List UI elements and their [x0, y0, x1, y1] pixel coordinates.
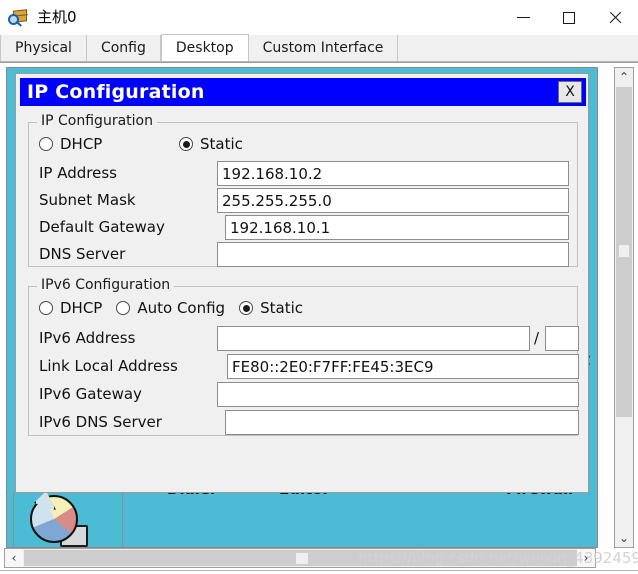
- ip-configuration-title: IP Configuration: [27, 81, 205, 103]
- ipv4-configuration-group: IP Configuration DHCP Static IP Address: [28, 113, 578, 267]
- horizontal-scrollbar[interactable]: ‹ ›: [4, 548, 596, 568]
- maximize-button[interactable]: [546, 0, 592, 35]
- desktop-pane: Dialer Editor Firewall t IP Configuratio…: [6, 67, 598, 548]
- label-dns-server: DNS Server: [39, 245, 126, 263]
- label-subnet-mask: Subnet Mask: [39, 191, 136, 209]
- ipv6-radio-auto-config-label: Auto Config: [137, 299, 226, 317]
- scroll-up-button[interactable]: ⌃: [615, 68, 633, 86]
- ipv6-mode-radio-group: DHCP Auto Config Static: [39, 299, 303, 317]
- tab-config-label: Config: [100, 40, 146, 56]
- minimize-icon: [516, 17, 530, 18]
- ipv4-radio-dhcp-label: DHCP: [60, 135, 103, 153]
- ipv6-radio-static-label: Static: [260, 299, 303, 317]
- window-bottom-edge: [0, 570, 638, 574]
- radio-circle-selected-icon: [239, 301, 254, 315]
- input-ip-address-value: 192.168.10.2: [222, 164, 323, 183]
- ipv4-radio-static-label: Static: [200, 135, 243, 153]
- horizontal-scroll-thumb[interactable]: [24, 550, 578, 566]
- ipv6-radio-static[interactable]: Static: [239, 299, 303, 317]
- ipv6-configuration-group: IPv6 Configuration DHCP Auto Config Stat…: [28, 277, 579, 436]
- input-ipv6-address[interactable]: [217, 326, 530, 351]
- input-dns-server[interactable]: [217, 242, 569, 267]
- input-link-local-address[interactable]: FE80::2E0:F7FF:FE45:3EC9: [227, 354, 579, 379]
- vertical-scroll-thumb[interactable]: [616, 87, 632, 417]
- tab-custom-interface-label: Custom Interface: [262, 40, 384, 56]
- radio-circle-selected-icon: [179, 137, 193, 151]
- radio-circle-icon: [39, 137, 53, 151]
- ipv6-group-legend: IPv6 Configuration: [37, 277, 175, 293]
- scroll-thumb-grip: [296, 553, 308, 564]
- label-ip-address: IP Address: [39, 164, 117, 182]
- ipv6-radio-dhcp[interactable]: DHCP: [39, 299, 102, 317]
- ip-configuration-titlebar[interactable]: IP Configuration X: [20, 78, 586, 106]
- input-ipv6-gateway[interactable]: [217, 382, 579, 407]
- input-default-gateway[interactable]: 192.168.10.1: [225, 215, 569, 240]
- scroll-left-button[interactable]: ‹: [5, 549, 23, 567]
- chevron-down-icon: ⌄: [618, 531, 630, 545]
- application-window: 主机0 Physical Config Desktop Custom Inter…: [0, 0, 638, 574]
- input-default-gateway-value: 192.168.10.1: [230, 218, 331, 237]
- input-ip-address[interactable]: 192.168.10.2: [217, 161, 569, 186]
- minimize-button[interactable]: [500, 0, 546, 35]
- scroll-right-button[interactable]: ›: [577, 549, 595, 567]
- close-icon: [608, 11, 622, 25]
- label-default-gateway: Default Gateway: [39, 218, 165, 236]
- tab-physical-label: Physical: [15, 40, 72, 56]
- dialog-close-button[interactable]: X: [558, 81, 582, 103]
- window-titlebar: 主机0: [0, 0, 638, 35]
- label-ipv6-address: IPv6 Address: [39, 329, 136, 347]
- tab-strip: Physical Config Desktop Custom Interface: [0, 34, 638, 62]
- tab-desktop-label: Desktop: [175, 40, 234, 56]
- tab-physical[interactable]: Physical: [0, 35, 87, 61]
- input-link-local-address-value: FE80::2E0:F7FF:FE45:3EC9: [232, 357, 434, 376]
- window-controls: [500, 0, 638, 35]
- ipv4-mode-radio-group: DHCP Static: [39, 135, 243, 153]
- radio-circle-icon: [116, 301, 131, 315]
- scroll-thumb-grip: [619, 245, 629, 257]
- chevron-left-icon: ‹: [11, 551, 17, 565]
- close-button[interactable]: [592, 0, 638, 35]
- ipv4-radio-static[interactable]: Static: [179, 135, 243, 153]
- ip-configuration-window: IP Configuration X IP Configuration DHCP: [15, 73, 589, 493]
- vertical-scrollbar[interactable]: ⌃ ⌄: [614, 67, 634, 548]
- label-ipv6-dns-server: IPv6 DNS Server: [39, 413, 162, 431]
- radio-circle-icon: [39, 301, 53, 315]
- input-ipv6-prefix-length[interactable]: [545, 326, 579, 351]
- package-magnifier-icon: [8, 8, 30, 28]
- pie-chart-disk-icon: [28, 491, 94, 547]
- label-ipv6-gateway: IPv6 Gateway: [39, 385, 142, 403]
- maximize-icon: [563, 11, 575, 24]
- desktop-icon-tile[interactable]: [13, 491, 123, 547]
- tab-desktop[interactable]: Desktop: [160, 34, 249, 61]
- label-link-local-address: Link Local Address: [39, 357, 178, 375]
- chevron-right-icon: ›: [583, 551, 589, 565]
- desktop-content-frame: Dialer Editor Firewall t IP Configuratio…: [0, 62, 638, 574]
- ipv4-group-legend: IP Configuration: [37, 113, 157, 129]
- scroll-down-button[interactable]: ⌄: [615, 529, 633, 547]
- chevron-up-icon: ⌃: [618, 70, 630, 84]
- tab-config[interactable]: Config: [86, 35, 161, 61]
- ipv6-radio-dhcp-label: DHCP: [60, 299, 103, 317]
- dialog-close-label: X: [565, 84, 575, 100]
- ipv4-radio-dhcp[interactable]: DHCP: [39, 135, 179, 153]
- ipv6-prefix-separator: /: [534, 329, 540, 347]
- input-subnet-mask[interactable]: 255.255.255.0: [217, 188, 569, 213]
- input-subnet-mask-value: 255.255.255.0: [222, 191, 332, 210]
- window-title: 主机0: [37, 8, 77, 26]
- input-ipv6-dns-server[interactable]: [225, 410, 579, 435]
- ipv6-radio-auto-config[interactable]: Auto Config: [116, 299, 225, 317]
- tab-custom-interface[interactable]: Custom Interface: [248, 35, 399, 61]
